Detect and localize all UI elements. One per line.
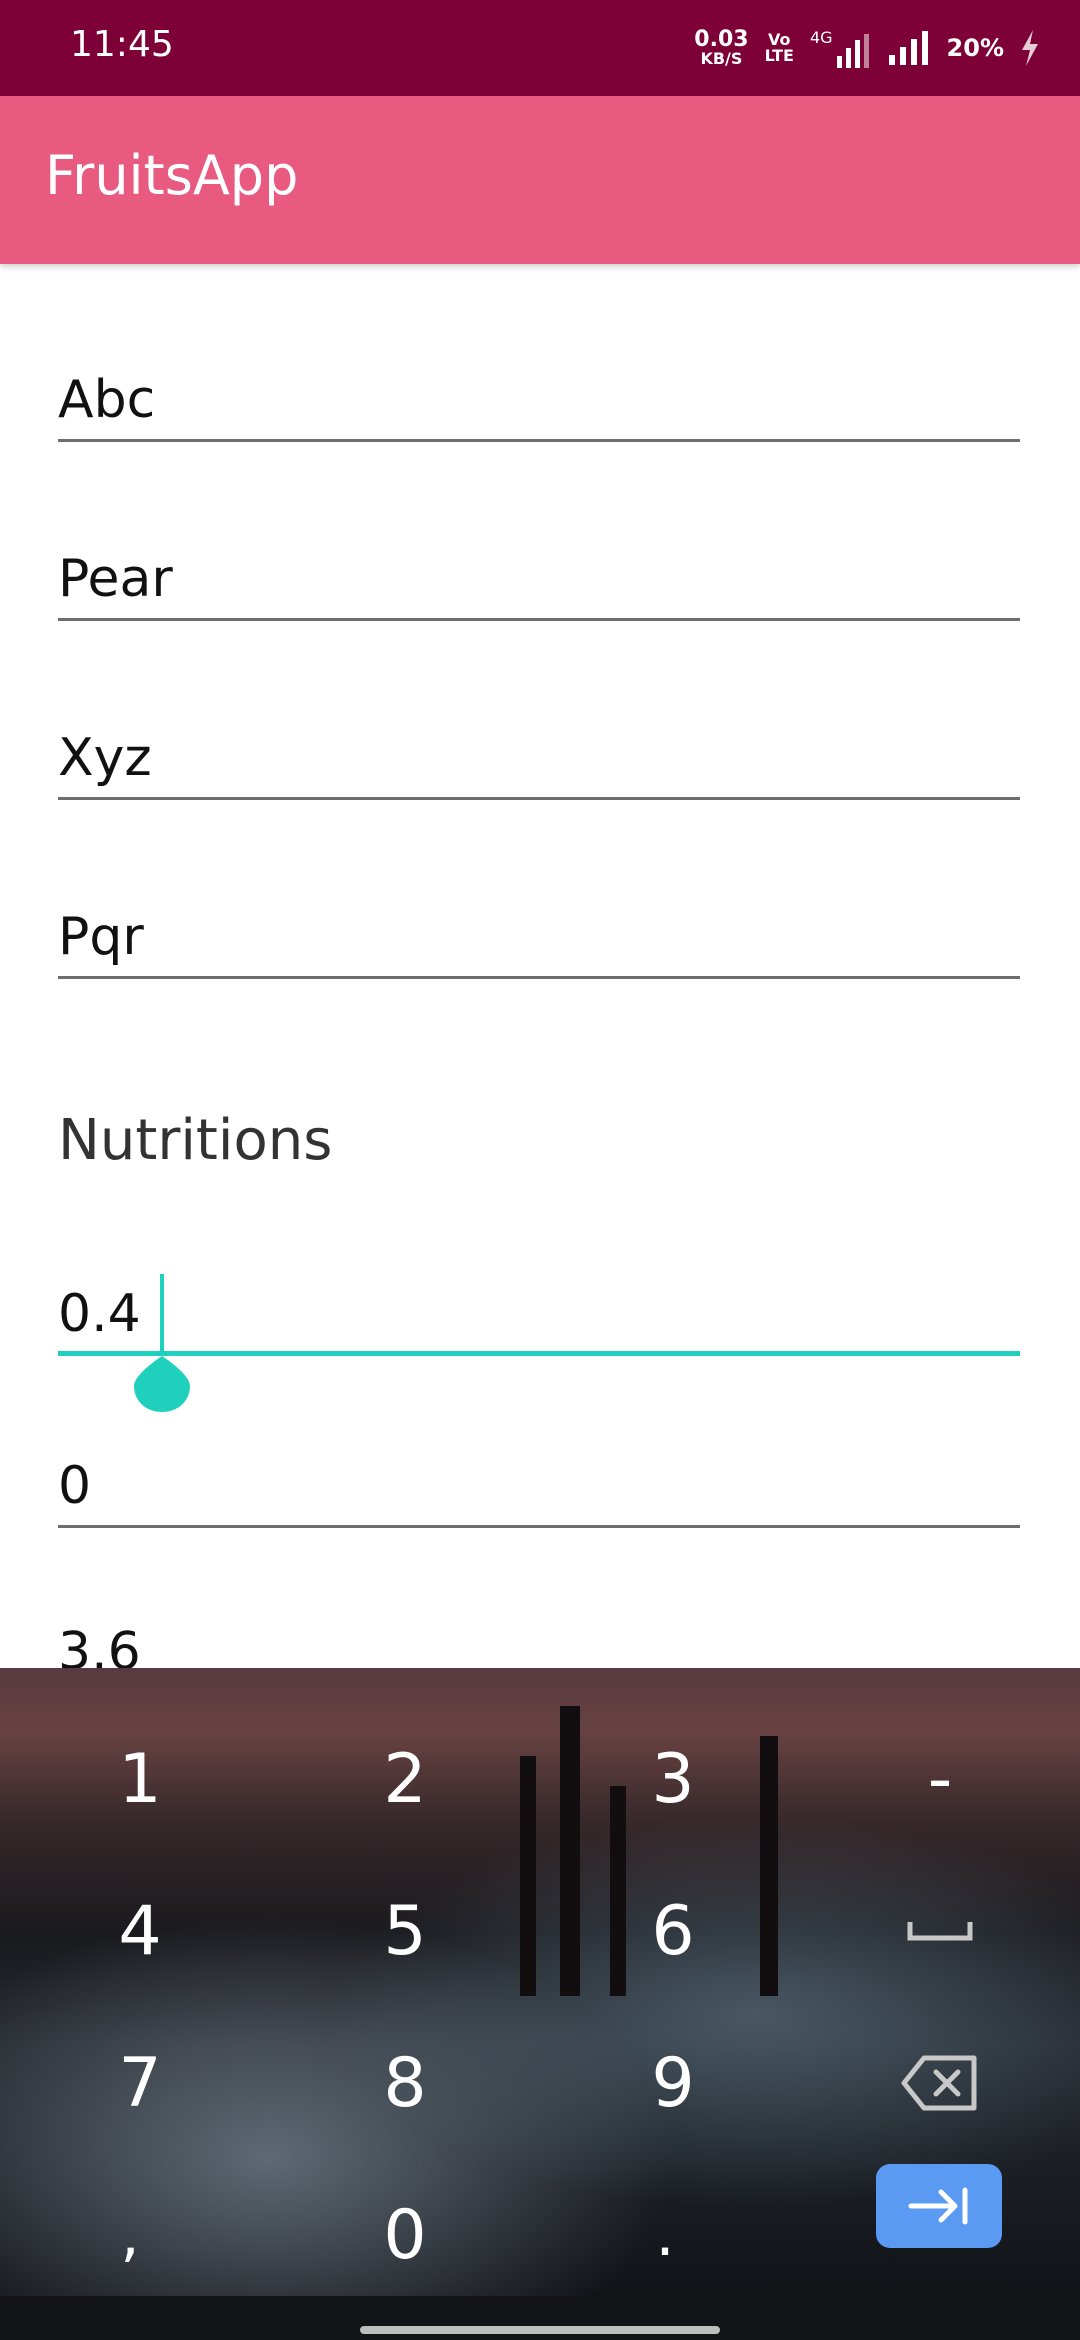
text-field-4-value: Pqr <box>58 907 144 967</box>
text-field-2-value: Pear <box>58 549 173 609</box>
key-1[interactable]: 1 <box>20 1714 260 1844</box>
volte-icon: Vo LTE <box>765 32 794 64</box>
backspace-icon <box>901 2055 977 2111</box>
net-speed-value: 0.03 <box>694 27 749 52</box>
space-icon <box>907 1922 973 1941</box>
text-cursor <box>160 1274 164 1352</box>
key-8[interactable]: 8 <box>285 2018 525 2148</box>
underline <box>58 618 1020 621</box>
nutrition-field-2[interactable]: 0 <box>58 1456 1020 1528</box>
section-title-nutritions: Nutritions <box>58 1108 333 1173</box>
key-9[interactable]: 9 <box>553 2018 793 2148</box>
text-field-3[interactable]: Xyz <box>58 728 1020 800</box>
underline <box>58 439 1020 442</box>
key-comma[interactable]: , <box>10 2170 250 2296</box>
net-speed-unit: KB/S <box>700 49 743 68</box>
charging-bolt-icon <box>1022 30 1038 66</box>
nutrition-field-2-value: 0 <box>58 1456 92 1516</box>
signal-bars-icon-2 <box>888 31 928 65</box>
cursor-handle-icon[interactable] <box>132 1356 192 1412</box>
signal-4g-icon: 4G <box>810 28 871 68</box>
nutrition-field-1-value: 0.4 <box>58 1284 141 1344</box>
text-field-2[interactable]: Pear <box>58 549 1020 621</box>
tab-next-icon <box>908 2187 968 2225</box>
underline <box>58 1525 1020 1528</box>
signal-bars-icon-1 <box>836 34 869 68</box>
text-field-1-value: Abc <box>58 370 156 430</box>
net-speed: 0.03 KB/S <box>694 29 748 67</box>
nutrition-field-1[interactable]: 0.4 <box>58 1284 1020 1356</box>
next-field-button[interactable] <box>876 2164 1002 2248</box>
volte-bottom: LTE <box>764 46 794 65</box>
key-7[interactable]: 7 <box>20 2018 260 2148</box>
key-3[interactable]: 3 <box>553 1714 793 1844</box>
battery-percentage: 20% <box>946 34 1004 62</box>
status-bar: 11:45 0.03 KB/S Vo LTE 4G 20% <box>0 0 1080 96</box>
underline <box>58 976 1020 979</box>
app-title: FruitsApp <box>45 144 299 207</box>
network-type: 4G <box>809 28 833 47</box>
status-time: 11:45 <box>70 24 174 65</box>
app-bar: FruitsApp <box>0 96 1080 264</box>
key-5[interactable]: 5 <box>285 1866 525 1996</box>
underline <box>58 797 1020 800</box>
key-space[interactable] <box>820 1866 1060 1996</box>
home-gesture-handle[interactable] <box>360 2326 720 2334</box>
numeric-keyboard: 1 2 3 - 4 5 6 7 8 9 , 0 . <box>0 1668 1080 2296</box>
key-4[interactable]: 4 <box>20 1866 260 1996</box>
key-period[interactable]: . <box>545 2170 785 2296</box>
text-field-3-value: Xyz <box>58 728 152 788</box>
key-0[interactable]: 0 <box>285 2170 525 2296</box>
status-icons: 0.03 KB/S Vo LTE 4G 20% <box>694 18 1040 78</box>
underline-focused <box>58 1351 1020 1356</box>
key-backspace[interactable] <box>820 2018 1060 2148</box>
key-6[interactable]: 6 <box>553 1866 793 1996</box>
key-minus[interactable]: - <box>820 1714 1060 1844</box>
text-field-4[interactable]: Pqr <box>58 907 1020 979</box>
key-2[interactable]: 2 <box>285 1714 525 1844</box>
text-field-1[interactable]: Abc <box>58 370 1020 442</box>
navigation-bar <box>0 2296 1080 2340</box>
